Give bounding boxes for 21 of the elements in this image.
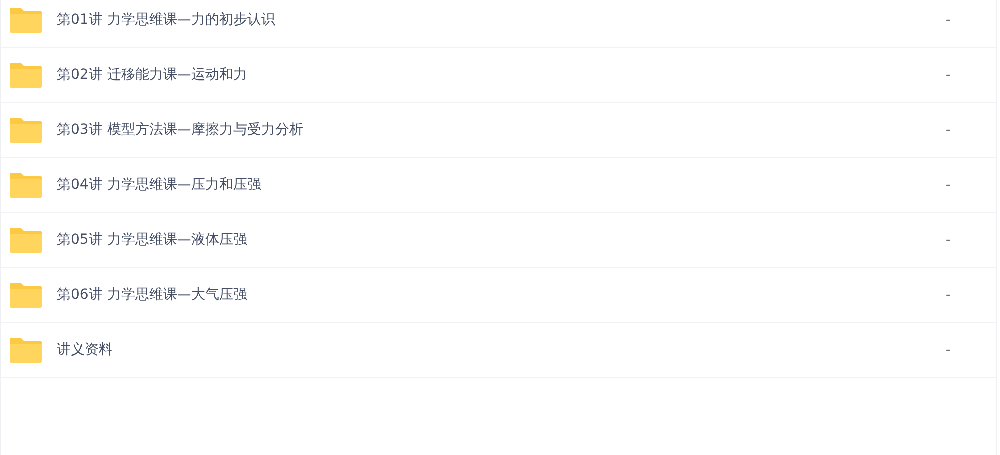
folder-icon bbox=[10, 7, 42, 33]
file-size: - bbox=[946, 12, 952, 28]
file-name[interactable]: 讲义资料 bbox=[57, 341, 946, 359]
file-name[interactable]: 第02讲 迁移能力课—运动和力 bbox=[57, 66, 946, 84]
folder-icon bbox=[10, 62, 42, 88]
file-name[interactable]: 第03讲 模型方法课—摩擦力与受力分析 bbox=[57, 121, 946, 139]
folder-icon bbox=[10, 227, 42, 253]
file-size: - bbox=[946, 122, 952, 138]
file-size: - bbox=[946, 342, 952, 358]
folder-icon bbox=[10, 282, 42, 308]
file-name[interactable]: 第05讲 力学思维课—液体压强 bbox=[57, 231, 946, 249]
file-name[interactable]: 第06讲 力学思维课—大气压强 bbox=[57, 286, 946, 304]
folder-icon bbox=[10, 117, 42, 143]
file-size: - bbox=[946, 178, 952, 192]
file-size: - bbox=[946, 232, 952, 248]
folder-icon bbox=[10, 337, 42, 363]
file-name[interactable]: 第01讲 力学思维课—力的初步认识 bbox=[57, 11, 946, 29]
file-size: - bbox=[946, 68, 952, 82]
file-size: - bbox=[946, 288, 952, 302]
file-name[interactable]: 第04讲 力学思维课—压力和压强 bbox=[57, 176, 946, 194]
folder-icon bbox=[10, 172, 42, 198]
